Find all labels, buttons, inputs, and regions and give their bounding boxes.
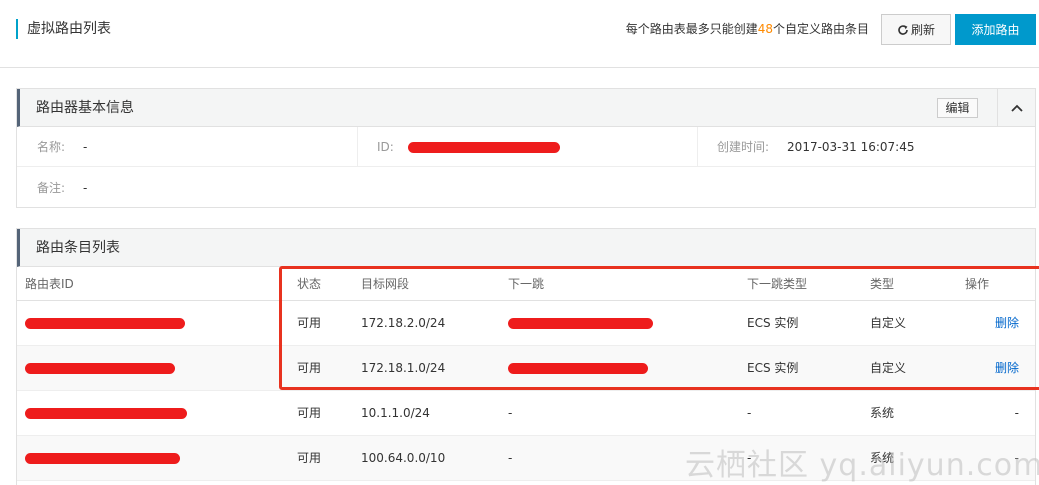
col-type: 类型 [862, 267, 957, 301]
redaction-mark [25, 407, 187, 419]
created-value: 2017-03-31 16:07:45 [787, 140, 915, 154]
table-row: 可用 100.64.0.0/10 - - 系统 - [17, 435, 1035, 481]
route-entries-header: 路由条目列表 [17, 229, 1035, 267]
add-route-button[interactable]: 添加路由 [955, 14, 1036, 45]
next-hop-cell: - [500, 435, 739, 481]
redaction-mark [508, 362, 648, 374]
col-actions: 操作 [957, 267, 1035, 301]
basic-info-title: 路由器基本信息 [36, 100, 134, 116]
col-status: 状态 [289, 267, 353, 301]
cidr-cell: 172.18.2.0/24 [353, 300, 500, 346]
basic-info-row-1: 名称: - ID: 创建时间: 2017-03-31 16:07:45 [17, 127, 1035, 167]
status-cell: 可用 [289, 345, 353, 391]
next-hop-cell [500, 345, 739, 391]
created-field: 创建时间: 2017-03-31 16:07:45 [717, 127, 915, 167]
type-cell: 系统 [862, 435, 957, 481]
redaction-mark [25, 317, 185, 329]
status-cell: 可用 [289, 435, 353, 481]
cidr-cell: 100.64.0.0/10 [353, 435, 500, 481]
table-row: 可用 172.18.2.0/24 ECS 实例 自定义 删除 [17, 300, 1035, 346]
route-table-id-cell [17, 435, 289, 481]
name-label: 名称: [37, 140, 66, 154]
type-cell: 自定义 [862, 345, 957, 391]
route-table-id-cell [17, 300, 289, 346]
page-header: 虚拟路由列表 每个路由表最多只能创建48个自定义路由条目 刷新 添加路由 [0, 0, 1039, 68]
route-table-id-cell [17, 345, 289, 391]
type-cell: 自定义 [862, 300, 957, 346]
id-label: ID: [377, 140, 394, 154]
redaction-mark [407, 142, 560, 153]
table-row: 可用 172.18.1.0/24 ECS 实例 自定义 删除 [17, 345, 1035, 391]
note-field: 备注: - [37, 168, 87, 208]
cidr-cell: 172.18.1.0/24 [353, 345, 500, 391]
quota-hint: 每个路由表最多只能创建48个自定义路由条目 [626, 21, 869, 37]
refresh-label: 刷新 [910, 23, 935, 37]
actions-cell: 删除 [957, 345, 1035, 391]
basic-info-header: 路由器基本信息 编辑 [17, 89, 1035, 127]
status-cell: 可用 [289, 390, 353, 436]
router-basic-info-panel: 路由器基本信息 编辑 名称: - ID: 创建时间: 2017-03-31 16:0… [16, 88, 1036, 208]
name-field: 名称: - [37, 127, 87, 167]
chevron-up-icon [1010, 104, 1023, 112]
quota-suffix: 个自定义路由条目 [772, 22, 869, 36]
col-target-cidr: 目标网段 [353, 267, 500, 301]
table-header-row: 路由表ID 状态 目标网段 下一跳 下一跳类型 类型 操作 [17, 267, 1035, 301]
next-hop-type-cell: ECS 实例 [739, 300, 862, 346]
page-title: 虚拟路由列表 [16, 19, 111, 39]
refresh-icon [898, 24, 908, 35]
name-value: - [83, 140, 88, 154]
redaction-mark [25, 362, 175, 374]
route-entries-title: 路由条目列表 [36, 240, 120, 256]
status-cell: 可用 [289, 300, 353, 346]
quota-prefix: 每个路由表最多只能创建 [625, 22, 758, 36]
divider [697, 127, 698, 167]
actions-cell: 删除 [957, 300, 1035, 346]
route-table-id-cell [17, 390, 289, 436]
route-table: 路由表ID 状态 目标网段 下一跳 下一跳类型 类型 操作 可用 172.18.… [17, 267, 1035, 481]
actions-cell: - [957, 435, 1035, 481]
basic-info-row-2: 备注: - [17, 168, 1035, 208]
edit-button[interactable]: 编辑 [937, 98, 978, 118]
type-cell: 系统 [862, 390, 957, 436]
redaction-mark [25, 452, 180, 464]
actions-cell: - [957, 390, 1035, 436]
col-route-table-id: 路由表ID [17, 267, 289, 301]
cidr-cell: 10.1.1.0/24 [353, 390, 500, 436]
col-next-hop-type: 下一跳类型 [739, 267, 862, 301]
refresh-button[interactable]: 刷新 [881, 14, 951, 45]
divider [357, 127, 358, 167]
col-next-hop: 下一跳 [500, 267, 739, 301]
next-hop-type-cell: - [739, 435, 862, 481]
next-hop-cell [500, 300, 739, 346]
delete-link[interactable]: 删除 [995, 316, 1019, 330]
note-value: - [83, 181, 88, 195]
route-entries-panel: 路由条目列表 路由表ID 状态 目标网段 下一跳 下一跳类型 类型 操作 可用 … [16, 228, 1036, 485]
created-label: 创建时间: [717, 140, 770, 154]
quota-number: 48 [757, 22, 773, 36]
collapse-button[interactable] [997, 89, 1035, 126]
id-field: ID: [377, 127, 560, 167]
next-hop-type-cell: - [739, 390, 862, 436]
next-hop-type-cell: ECS 实例 [739, 345, 862, 391]
redaction-mark [508, 317, 653, 329]
delete-link[interactable]: 删除 [995, 361, 1019, 375]
next-hop-cell: - [500, 390, 739, 436]
note-label: 备注: [37, 181, 66, 195]
table-row: 可用 10.1.1.0/24 - - 系统 - [17, 390, 1035, 436]
